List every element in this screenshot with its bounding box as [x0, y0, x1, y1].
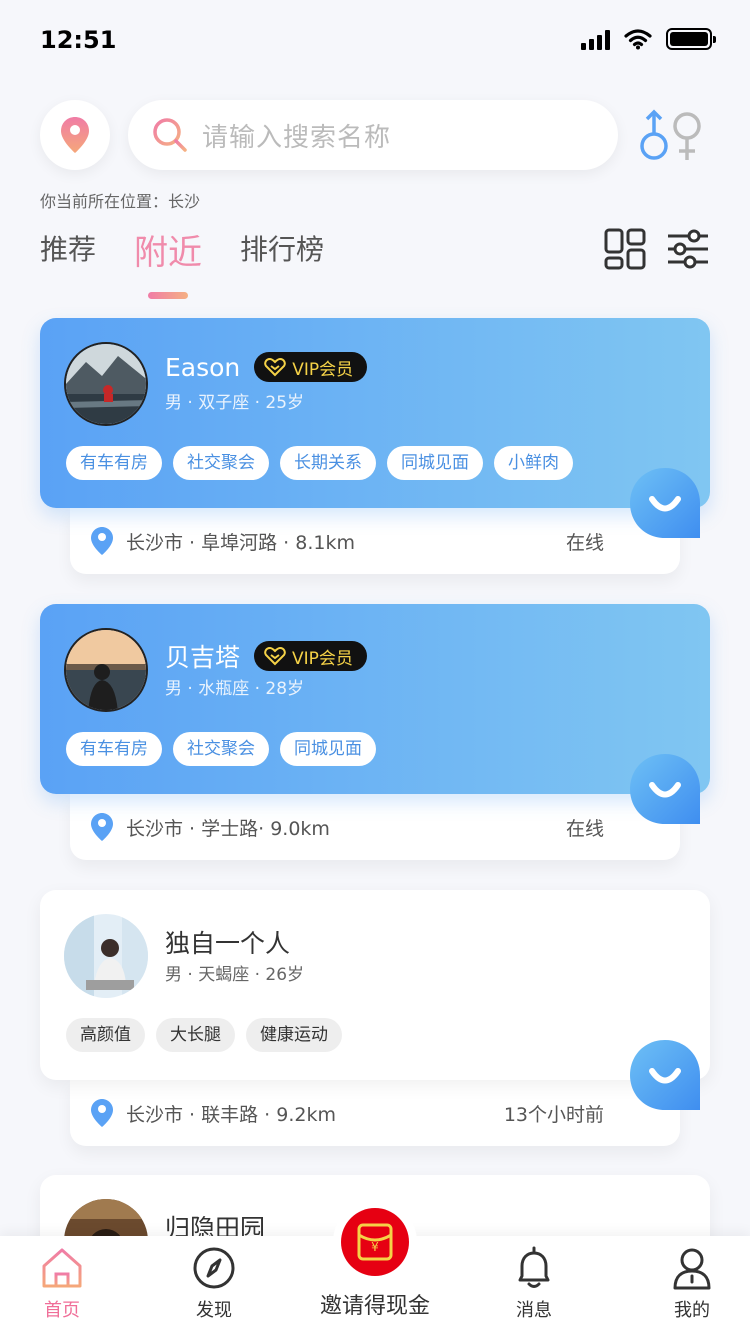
- user-card-header: 贝吉塔 VIP会员 男 · 水瓶座 · 28岁 有车有房 社交聚会 同城见面: [40, 604, 710, 794]
- tab-ranking[interactable]: 排行榜: [240, 228, 324, 288]
- name-row: 独自一个人: [165, 924, 290, 960]
- red-envelope-icon: ¥: [357, 1223, 393, 1261]
- tab-bar: 推荐 附近 排行榜: [40, 225, 362, 299]
- name-row: Eason VIP会员: [165, 352, 368, 382]
- chat-button[interactable]: [628, 752, 702, 826]
- tag: 有车有房: [66, 732, 162, 766]
- nav-invite-label: 邀请得现金: [319, 1294, 430, 1319]
- user-card[interactable]: 独自一个人 男 · 天蝎座 · 26岁 高颜值 大长腿 健康运动 长沙市 · 联…: [40, 890, 710, 1146]
- tag: 高颜值: [66, 1018, 145, 1052]
- compass-icon: [193, 1247, 235, 1289]
- online-status: 在线: [565, 531, 604, 554]
- vip-label: VIP会员: [292, 648, 353, 669]
- nav-messages-label: 消息: [516, 1300, 552, 1321]
- vip-badge: VIP会员: [254, 641, 367, 671]
- current-location-text: 你当前所在位置：长沙: [40, 192, 201, 211]
- user-card-header: 独自一个人 男 · 天蝎座 · 26岁 高颜值 大长腿 健康运动: [40, 890, 710, 1080]
- avatar[interactable]: [64, 628, 148, 712]
- search-icon: [153, 118, 187, 152]
- avatar[interactable]: [64, 914, 148, 998]
- chat-button[interactable]: [628, 466, 702, 540]
- tag: 健康运动: [246, 1018, 342, 1052]
- chat-bubble-icon: [630, 754, 700, 824]
- user-info: 男 · 双子座 · 25岁: [165, 393, 305, 413]
- nav-mine-label: 我的: [674, 1300, 710, 1321]
- user-address: 长沙市 · 学士路· 9.0km: [126, 817, 330, 840]
- filter-settings-icon[interactable]: [666, 228, 710, 270]
- tag: 长期关系: [280, 446, 376, 480]
- tab-nearby[interactable]: 附近: [134, 225, 202, 299]
- status-bar: 12:51: [0, 0, 750, 80]
- chat-button[interactable]: [628, 1038, 702, 1112]
- user-name: 贝吉塔: [165, 643, 241, 672]
- tag-list: 有车有房 社交聚会 长期关系 同城见面 小鲜肉: [66, 446, 573, 480]
- nav-invite[interactable]: ¥ 邀请得现金: [300, 1200, 450, 1320]
- online-status: 在线: [565, 817, 604, 840]
- tag: 同城见面: [280, 732, 376, 766]
- user-name: 独自一个人: [165, 929, 291, 958]
- user-info: 男 · 天蝎座 · 26岁: [165, 965, 305, 985]
- tag: 有车有房: [66, 446, 162, 480]
- nav-discover[interactable]: 发现: [164, 1246, 264, 1322]
- tag: 小鲜肉: [494, 446, 573, 480]
- gender-filter-button[interactable]: [636, 108, 708, 164]
- vip-badge: VIP会员: [254, 352, 368, 382]
- location-pin-icon: [91, 1099, 113, 1127]
- nav-mine[interactable]: 我的: [642, 1246, 742, 1322]
- location-pin-icon: [91, 813, 113, 841]
- user-card[interactable]: Eason VIP会员 男 · 双子座 · 25岁 有车有房 社交聚会 长期关系…: [40, 318, 710, 574]
- grid-view-icon[interactable]: [604, 228, 646, 270]
- tag-list: 高颜值 大长腿 健康运动: [66, 1018, 342, 1052]
- location-button[interactable]: [40, 100, 110, 170]
- gender-icon: [640, 109, 701, 160]
- search-input[interactable]: 请输入搜索名称: [128, 100, 618, 170]
- signal-icon: [581, 28, 610, 50]
- user-address: 长沙市 · 阜埠河路 · 8.1km: [126, 531, 355, 554]
- view-controls: [604, 228, 710, 270]
- nav-messages[interactable]: 消息: [484, 1246, 584, 1322]
- status-icons: [581, 28, 716, 50]
- last-active-status: 13个小时前: [503, 1103, 604, 1126]
- user-address: 长沙市 · 联丰路 · 9.2km: [126, 1103, 336, 1126]
- home-icon: [42, 1248, 82, 1288]
- user-card-footer: 长沙市 · 联丰路 · 9.2km 13个小时前: [70, 1080, 680, 1146]
- tag-list: 有车有房 社交聚会 同城见面: [66, 732, 376, 766]
- tab-recommend[interactable]: 推荐: [40, 228, 96, 288]
- chat-bubble-icon: [630, 468, 700, 538]
- tag: 社交聚会: [173, 732, 269, 766]
- search-placeholder: 请输入搜索名称: [202, 122, 392, 153]
- tag: 大长腿: [156, 1018, 235, 1052]
- nav-home[interactable]: 首页: [12, 1246, 112, 1322]
- bell-icon: [518, 1246, 550, 1288]
- vip-heart-icon: [264, 646, 286, 666]
- battery-icon: [666, 28, 716, 50]
- wifi-icon: [624, 29, 652, 50]
- status-time: 12:51: [40, 26, 117, 54]
- user-name: Eason: [165, 352, 241, 382]
- invite-button[interactable]: ¥: [333, 1200, 417, 1284]
- user-card-footer: 长沙市 · 阜埠河路 · 8.1km 在线: [70, 508, 680, 574]
- user-card-footer: 长沙市 · 学士路· 9.0km 在线: [70, 794, 680, 860]
- svg-text:¥: ¥: [371, 1240, 379, 1254]
- user-info: 男 · 水瓶座 · 28岁: [165, 679, 305, 699]
- user-icon: [673, 1248, 711, 1290]
- vip-heart-icon: [264, 357, 287, 377]
- location-pin-icon: [91, 527, 113, 555]
- bottom-nav: 首页 发现 ¥ 邀请得现金 消息 我的: [0, 1200, 750, 1334]
- user-card[interactable]: 贝吉塔 VIP会员 男 · 水瓶座 · 28岁 有车有房 社交聚会 同城见面 长…: [40, 604, 710, 860]
- user-card-header: Eason VIP会员 男 · 双子座 · 25岁 有车有房 社交聚会 长期关系…: [40, 318, 710, 508]
- chat-bubble-icon: [630, 1040, 700, 1110]
- location-pin-icon: [61, 117, 89, 153]
- nav-discover-label: 发现: [196, 1300, 232, 1321]
- tag: 同城见面: [387, 446, 483, 480]
- nav-home-label: 首页: [44, 1300, 80, 1321]
- name-row: 贝吉塔 VIP会员: [165, 638, 367, 674]
- avatar[interactable]: [64, 342, 148, 426]
- vip-label: VIP会员: [292, 359, 354, 380]
- tag: 社交聚会: [173, 446, 269, 480]
